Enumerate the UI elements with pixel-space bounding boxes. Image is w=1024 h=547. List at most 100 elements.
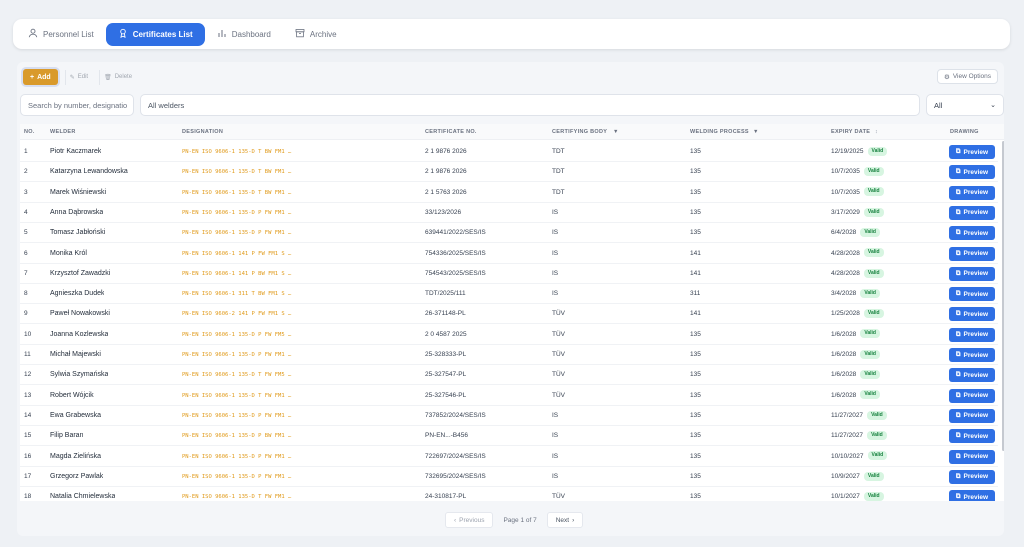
preview-button[interactable]: ⧉ Preview <box>949 246 995 261</box>
welder-filter-input[interactable]: All welders <box>140 94 920 116</box>
certificate-number: 754336/2025/SES/IS <box>425 249 486 257</box>
edit-icon: ✎ <box>69 74 75 81</box>
row-number: 12 <box>24 371 32 379</box>
tab-certificates-list[interactable]: Certificates List <box>105 22 205 46</box>
preview-button[interactable]: ⧉ Preview <box>949 388 995 403</box>
designation: PN-EN ISO 9606-1 311 T BW FM1 S … <box>182 291 292 298</box>
table-row[interactable]: 2 Katarzyna Lewandowska PN-EN ISO 9606-1 1… <box>20 162 998 183</box>
preview-button[interactable]: ⧉ Preview <box>949 165 995 180</box>
column-header-expiry-date[interactable]: EXPIRY DATE <box>831 124 870 140</box>
certifying-body: IS <box>552 411 559 419</box>
welder-name: Filip Baran <box>50 432 84 440</box>
table-header: NO. WELDER DESIGNATION CERTIFICATE NO. C… <box>20 124 1004 140</box>
certifying-body: IS <box>552 432 559 440</box>
table-row[interactable]: 16 Magda Zielińska PN-EN ISO 9606-1 135-D … <box>20 447 998 467</box>
designation: PN-EN ISO 9606-1 135-D P FW FM5 … <box>182 331 292 338</box>
preview-button[interactable]: ⧉ Preview <box>949 348 995 362</box>
search-input[interactable]: Search by number, designatio <box>20 94 134 116</box>
column-header-certificate-no[interactable]: CERTIFICATE NO. <box>425 124 477 140</box>
table-row[interactable]: 7 Krzysztof Zawadzki PN-EN ISO 9606-1 141 … <box>20 264 998 284</box>
column-header-welder[interactable]: WELDER <box>50 124 76 140</box>
table-row[interactable]: 8 Agnieszka Dudek PN-EN ISO 9606-1 311 T B… <box>20 284 998 305</box>
preview-button[interactable]: ⧉ Preview <box>949 226 995 241</box>
table-row[interactable]: 12 Sylwia Szymańska PN-EN ISO 9606-1 135-D… <box>20 365 998 386</box>
table-row[interactable]: 18 Natalia Chmielewska PN-EN ISO 9606-1 13… <box>20 487 998 501</box>
tab-label: Certificates List <box>132 29 193 39</box>
preview-button[interactable]: ⧉ Preview <box>949 185 995 200</box>
welder-name: Agnieszka Dudek <box>50 290 105 298</box>
row-number: 13 <box>24 391 32 399</box>
certificates-panel: + Add ✎ Edit 🗑 Delete ⚙ View Options Sea… <box>17 62 1004 536</box>
column-header-drawing[interactable]: DRAWING <box>950 124 979 140</box>
preview-button[interactable]: ⧉ Preview <box>949 327 995 342</box>
table-row[interactable]: 17 Grzegorz Pawlak PN-EN ISO 9606-1 135-D … <box>20 467 998 487</box>
table-row[interactable]: 3 Marek Wiśniewski PN-EN ISO 9606-1 135-D … <box>20 183 998 203</box>
preview-button[interactable]: ⧉ Preview <box>949 307 995 322</box>
filter-icon[interactable]: ▼ <box>613 124 619 140</box>
filter-icon[interactable]: ▼ <box>753 124 759 140</box>
column-header-designation[interactable]: DESIGNATION <box>182 124 223 140</box>
welding-process: 135 <box>690 330 701 338</box>
column-header-welding-process[interactable]: WELDING PROCESS <box>690 124 749 140</box>
sort-icon[interactable]: ↕ <box>875 124 878 140</box>
preview-button[interactable]: ⧉ Preview <box>949 287 995 302</box>
tab-dashboard[interactable]: Dashboard <box>205 23 283 46</box>
expiry-date: 11/27/2027 <box>831 432 864 440</box>
table-row[interactable]: 9 Paweł Nowakowski PN-EN ISO 9606-2 141 P … <box>20 304 998 325</box>
tab-personnel-list[interactable]: Personnel List <box>16 23 106 46</box>
expiry-date-cell: 1/6/2028 Valid <box>831 386 880 406</box>
column-header-no[interactable]: NO. <box>24 124 35 140</box>
status-badge: Valid <box>863 309 884 319</box>
certificate-number: 2 0 4587 2025 <box>425 330 467 338</box>
preview-label: Preview <box>963 189 989 197</box>
table-row[interactable]: 5 Tomasz Jabłoński PN-EN ISO 9606-1 135-D … <box>20 223 998 244</box>
preview-button[interactable]: ⧉ Preview <box>949 145 995 159</box>
status-select[interactable]: All ⌄ <box>926 94 1004 116</box>
table-row[interactable]: 4 Anna Dąbrowska PN-EN ISO 9606-1 135-D P … <box>20 203 998 223</box>
preview-button[interactable]: ⧉ Preview <box>949 408 995 423</box>
tab-label: Personnel List <box>43 29 94 39</box>
table-row[interactable]: 6 Monika Król PN-EN ISO 9606-1 141 P FW FM… <box>20 244 998 264</box>
navigation-tabs: Personnel List Certificates List Dashboa… <box>13 19 1010 49</box>
expiry-date-cell: 1/6/2028 Valid <box>831 345 880 365</box>
preview-button[interactable]: ⧉ Preview <box>949 469 995 484</box>
column-header-certifying-body[interactable]: CERTIFYING BODY <box>552 124 607 140</box>
designation: PN-EN ISO 9606-1 135-D P FW FM1 … <box>182 352 292 358</box>
table-row[interactable]: 14 Ewa Grabewska PN-EN ISO 9606-1 135-D P … <box>20 406 998 426</box>
status-badge: Valid <box>867 451 888 461</box>
chevron-right-icon: › <box>572 516 575 524</box>
tab-archive[interactable]: Archive <box>283 23 349 46</box>
preview-button[interactable]: ⧉ Preview <box>949 368 995 383</box>
edit-button[interactable]: ✎ Edit <box>64 69 92 85</box>
table-row[interactable]: 1 Piotr Kaczmarek PN-EN ISO 9606-1 135-D T… <box>20 142 998 162</box>
status-badge: Valid <box>860 390 880 400</box>
certificate-number: PN-EN...-B456 <box>425 432 468 440</box>
search-placeholder: Search by number, designatio <box>28 100 128 110</box>
preview-button[interactable]: ⧉ Preview <box>949 429 995 444</box>
view-options-button[interactable]: ⚙ View Options <box>936 69 998 84</box>
preview-label: Preview <box>963 270 989 278</box>
table-row[interactable]: 15 Filip Baran PN-EN ISO 9606-1 135-D P BW… <box>20 426 998 447</box>
preview-button[interactable]: ⧉ Preview <box>949 490 995 501</box>
table-row[interactable]: 10 Joanna Kozlewska PN-EN ISO 9606-1 135-D… <box>20 325 998 345</box>
row-number: 14 <box>24 411 32 419</box>
next-page-button[interactable]: Next › <box>546 512 584 528</box>
table-row[interactable]: 11 Michał Majewski PN-EN ISO 9606-1 135-D … <box>20 345 998 365</box>
external-link-icon: ⧉ <box>955 269 961 277</box>
add-button[interactable]: + Add <box>23 69 58 85</box>
scrollbar[interactable] <box>1002 141 1004 451</box>
certifying-body: TDT <box>552 188 565 196</box>
status-badge: Valid <box>860 370 880 380</box>
welder-name: Marek Wiśniewski <box>50 188 107 196</box>
preview-button[interactable]: ⧉ Preview <box>949 205 995 220</box>
table-row[interactable]: 13 Robert Wójcik PN-EN ISO 9606-1 135-D T … <box>20 386 998 406</box>
delete-button[interactable]: 🗑 Delete <box>99 69 136 85</box>
preview-button[interactable]: ⧉ Preview <box>949 266 995 281</box>
preview-label: Preview <box>963 331 989 339</box>
expiry-date: 6/4/2028 <box>831 229 857 237</box>
previous-page-button[interactable]: ‹ Previous <box>445 512 494 528</box>
view-options-label: View Options <box>952 73 991 80</box>
welding-process: 135 <box>690 168 701 176</box>
status-badge: Valid <box>863 471 884 481</box>
preview-button[interactable]: ⧉ Preview <box>949 449 995 464</box>
